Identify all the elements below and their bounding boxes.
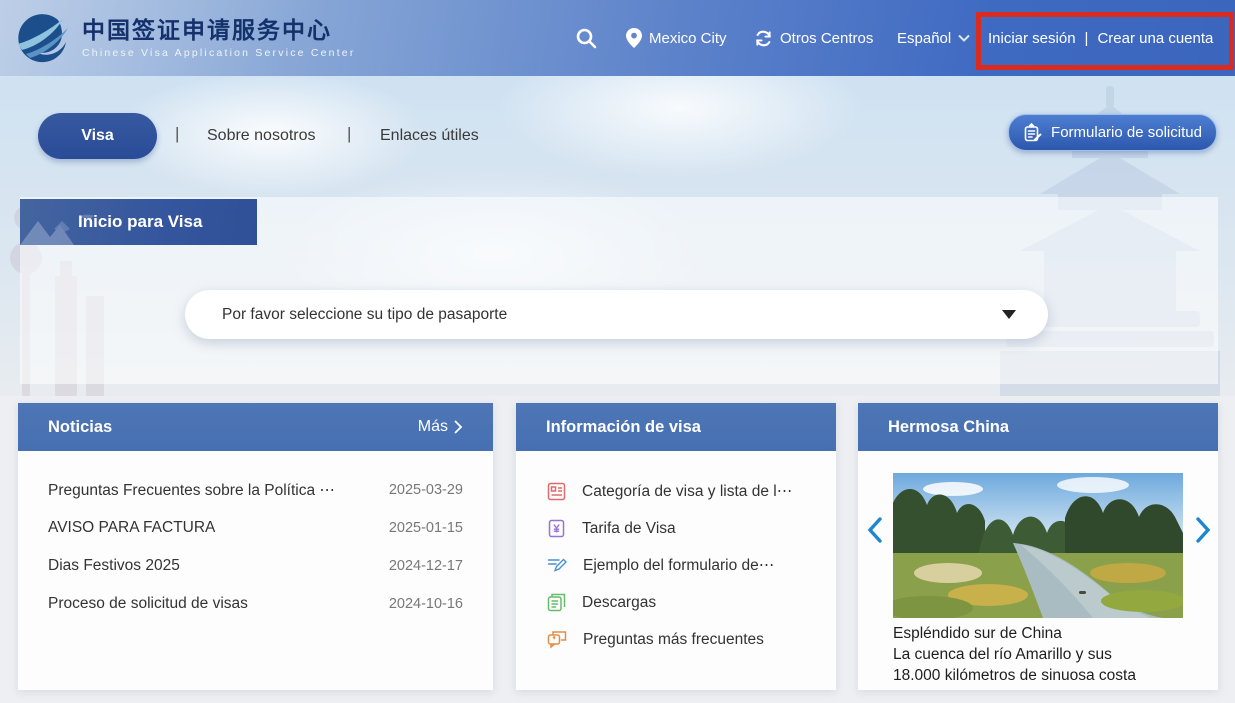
application-form-button[interactable]: Formulario de solicitud	[1008, 114, 1217, 151]
language-label: Español	[897, 30, 951, 47]
news-item[interactable]: Dias Festivos 2025 2024-12-17	[48, 547, 463, 585]
language-selector[interactable]: Español	[897, 0, 970, 76]
location-selector[interactable]: Mexico City	[626, 0, 727, 76]
pen-form-icon	[547, 556, 567, 575]
chevron-right-icon	[453, 420, 463, 434]
location-pin-icon	[626, 28, 642, 48]
visa-info-panel-title: Información de visa	[546, 418, 701, 437]
news-panel-header: Noticias Más	[18, 403, 493, 451]
china-carousel: Espléndido sur de China La cuenca del rí…	[858, 451, 1218, 690]
faq-chat-icon	[547, 630, 567, 649]
visa-info-label: Categoría de visa y lista de l⋯	[582, 482, 792, 501]
news-panel-title: Noticias	[48, 418, 112, 437]
news-item[interactable]: AVISO PARA FACTURA 2025-01-15	[48, 509, 463, 547]
search-icon	[574, 26, 598, 50]
visa-info-label: Ejemplo del formulario de⋯	[583, 556, 774, 575]
visa-info-label: Preguntas más frecuentes	[583, 631, 764, 649]
logo-swoosh-icon	[14, 10, 72, 66]
other-centers-link[interactable]: Otros Centros	[754, 0, 873, 76]
news-item-title: Preguntas Frecuentes sobre la Política ⋯	[48, 481, 335, 500]
carousel-caption: Espléndido sur de China La cuenca del rí…	[893, 623, 1185, 686]
tab-useful-links[interactable]: Enlaces útiles	[380, 127, 479, 145]
visa-info-item[interactable]: Tarifa de Visa	[547, 510, 836, 547]
site-header: 中国签证申请服务中心 Chinese Visa Application Serv…	[0, 0, 1235, 76]
auth-links: Iniciar sesión | Crear una cuenta	[988, 0, 1213, 76]
nav-separator: |	[347, 124, 351, 144]
other-centers-label: Otros Centros	[780, 30, 873, 47]
news-item-title: Proceso de solicitud de visas	[48, 595, 248, 613]
nav-separator: |	[175, 124, 179, 144]
passport-type-select[interactable]: Por favor seleccione su tipo de pasaport…	[185, 290, 1048, 339]
visa-info-item[interactable]: Preguntas más frecuentes	[547, 621, 836, 658]
carousel-prev-button[interactable]	[862, 513, 888, 547]
visa-info-label: Descargas	[582, 594, 656, 612]
application-form-label: Formulario de solicitud	[1051, 124, 1202, 141]
yen-document-icon	[547, 519, 566, 538]
news-list: Preguntas Frecuentes sobre la Política ⋯…	[18, 451, 493, 623]
logo-subtitle-english: Chinese Visa Application Service Center	[82, 47, 356, 59]
news-item-date: 2025-01-15	[389, 520, 463, 536]
news-item-title: AVISO PARA FACTURA	[48, 519, 215, 537]
visa-info-item[interactable]: Ejemplo del formulario de⋯	[547, 547, 836, 584]
carousel-next-button[interactable]	[1190, 513, 1216, 547]
visa-center-homepage: 中国签证申请服务中心 Chinese Visa Application Serv…	[0, 0, 1235, 703]
login-link[interactable]: Iniciar sesión	[988, 30, 1076, 47]
visa-info-panel: Información de visa Categoría de visa y …	[516, 403, 836, 690]
news-item-date: 2024-10-16	[389, 596, 463, 612]
passport-select-placeholder: Por favor seleccione su tipo de pasaport…	[222, 306, 1002, 324]
site-logo[interactable]: 中国签证申请服务中心 Chinese Visa Application Serv…	[14, 10, 356, 66]
news-item[interactable]: Proceso de solicitud de visas 2024-10-16	[48, 585, 463, 623]
chevron-right-icon	[1195, 517, 1211, 543]
visa-info-item[interactable]: Categoría de visa y lista de l⋯	[547, 473, 836, 510]
tab-visa[interactable]: Visa	[38, 113, 157, 159]
news-item-date: 2025-03-29	[389, 482, 463, 498]
register-link[interactable]: Crear una cuenta	[1097, 30, 1213, 47]
caption-line-3: 18.000 kilómetros de sinuosa costa	[893, 665, 1185, 686]
caret-down-icon	[1002, 310, 1016, 319]
caption-line-1: Espléndido sur de China	[893, 623, 1185, 644]
visa-info-label: Tarifa de Visa	[582, 520, 676, 538]
tab-visa-label: Visa	[81, 127, 114, 145]
carousel-landscape-image[interactable]	[893, 473, 1183, 618]
search-button[interactable]	[574, 0, 598, 76]
news-more-link[interactable]: Más	[418, 418, 463, 436]
news-item[interactable]: Preguntas Frecuentes sobre la Política ⋯…	[48, 471, 463, 509]
beautiful-china-panel: Hermosa China	[858, 403, 1218, 690]
visa-info-list: Categoría de visa y lista de l⋯ Tarifa d…	[516, 451, 836, 658]
news-item-date: 2024-12-17	[389, 558, 463, 574]
logo-title-chinese: 中国签证申请服务中心	[82, 17, 356, 43]
form-grid-icon	[547, 482, 566, 501]
chevron-down-icon	[958, 34, 970, 42]
chevron-left-icon	[867, 517, 883, 543]
news-panel: Noticias Más Preguntas Frecuentes sobre …	[18, 403, 493, 690]
news-more-label: Más	[418, 418, 448, 436]
beautiful-china-title: Hermosa China	[888, 418, 1009, 437]
refresh-icon	[754, 29, 773, 48]
tab-visa-home[interactable]: Inicio para Visa	[20, 199, 257, 245]
beautiful-china-header: Hermosa China	[858, 403, 1218, 451]
auth-separator: |	[1085, 30, 1089, 47]
visa-info-item[interactable]: Descargas	[547, 584, 836, 621]
news-item-title: Dias Festivos 2025	[48, 557, 180, 575]
visa-info-panel-header: Información de visa	[516, 403, 836, 451]
tab-about[interactable]: Sobre nosotros	[207, 127, 316, 145]
location-label: Mexico City	[649, 30, 727, 47]
caption-line-2: La cuenca del río Amarillo y sus	[893, 644, 1185, 665]
mountains-decoration	[20, 207, 110, 245]
documents-icon	[547, 593, 566, 612]
form-upload-icon	[1023, 123, 1043, 143]
